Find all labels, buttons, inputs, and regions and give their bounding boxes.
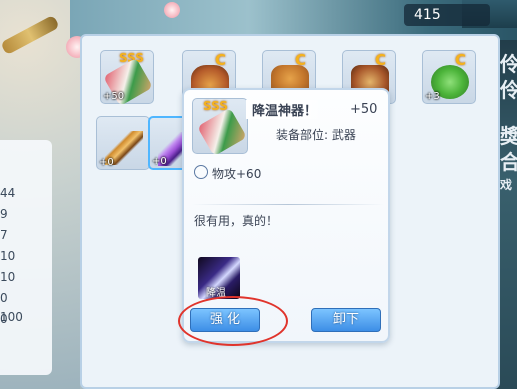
stat-value: 100 xyxy=(0,310,23,324)
right-char-3: 獎 xyxy=(500,124,517,148)
popsicle-icon xyxy=(197,107,247,157)
stat-value: 0 xyxy=(0,291,8,305)
item-plus: +50 xyxy=(103,91,125,102)
stat-panel: 44 9 7 10 10 0 0 100 xyxy=(0,140,52,375)
inventory-slot[interactable]: SSS +50 xyxy=(100,50,154,107)
equip-slot-label: 装备部位: 武器 xyxy=(276,128,356,142)
item-plus: +3 xyxy=(425,91,440,102)
flower-decoration xyxy=(164,2,180,18)
stat-value: 10 xyxy=(0,270,16,284)
item-plus: +0 xyxy=(152,156,167,167)
right-char-5: 戏 xyxy=(500,178,513,192)
item-enhance-level: +50 xyxy=(350,102,378,117)
attack-icon xyxy=(194,165,208,179)
stat-value: 10 xyxy=(0,249,16,263)
right-char-1: 伶 xyxy=(500,52,517,76)
attack-stat: 物攻+60 xyxy=(212,167,262,181)
stat-value: 7 xyxy=(0,228,8,242)
unequip-button[interactable]: 卸下 xyxy=(311,308,381,332)
right-char-2: 伶 xyxy=(500,78,517,102)
inventory-slot[interactable]: C +3 xyxy=(422,50,476,104)
divider xyxy=(192,204,384,205)
stat-value: 9 xyxy=(0,207,8,221)
stat-value: 44 xyxy=(0,186,16,200)
tooltip-item-slot: SSS xyxy=(192,98,248,157)
item-name: 降温神器！ xyxy=(246,100,324,119)
item-description: 很有用，真的！ xyxy=(194,214,279,228)
hud-counter: 415 xyxy=(404,4,490,26)
inventory-slot[interactable]: +0 xyxy=(96,116,150,170)
right-char-4: 合 xyxy=(500,150,517,174)
item-plus: +0 xyxy=(99,157,114,168)
skill-icon[interactable]: 降温 xyxy=(198,257,240,299)
highlight-circle xyxy=(178,296,288,346)
